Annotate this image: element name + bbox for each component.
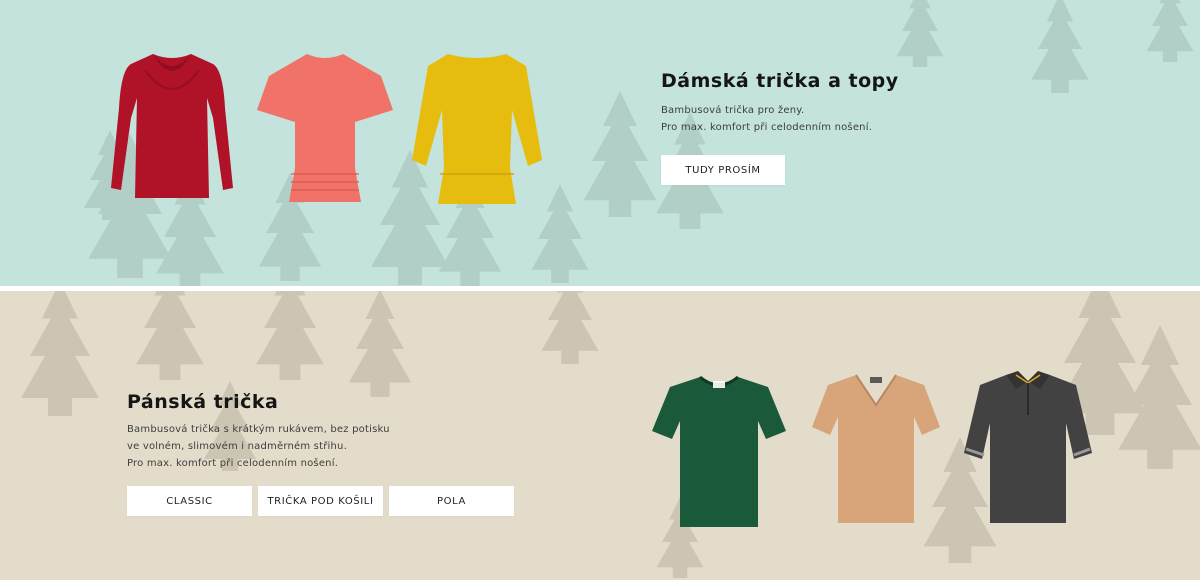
women-section-title: Dámská trička a topy [661, 70, 899, 92]
men-banner: Pánská trička Bambusová trička s krátkým… [0, 291, 1200, 580]
garment-shape [652, 377, 786, 527]
garment-shape [111, 54, 233, 198]
description-line: Pro max. komfort při celodenním nošení. [661, 122, 873, 133]
description-line: ve volném, slimovém i nadměrném střihu. [127, 441, 347, 452]
women-banner: Dámská trička a topy Bambusová trička pr… [0, 0, 1200, 286]
description-line: Bambusová trička pro ženy. [661, 105, 805, 116]
grey-polo-shirt-image[interactable] [962, 367, 1094, 527]
shirts-under-shirt-button[interactable]: TRIČKA POD KOŠILI [258, 486, 383, 516]
yellow-boat-neck-top-image[interactable] [410, 50, 545, 208]
garment-shape [812, 375, 940, 523]
women-shop-button[interactable]: TUDY PROSÍM [661, 155, 785, 185]
women-section-description: Bambusová trička pro ženy. Pro max. komf… [661, 102, 872, 136]
men-section-title: Pánská trička [127, 391, 279, 413]
coral-batwing-top-image[interactable] [255, 50, 395, 205]
men-section-description: Bambusová trička s krátkým rukávem, bez … [127, 421, 390, 472]
description-line: Bambusová trička s krátkým rukávem, bez … [127, 424, 390, 435]
garment-shape [257, 54, 393, 202]
garment-shape [412, 54, 542, 204]
polo-button[interactable]: POLA [389, 486, 514, 516]
description-line: Pro max. komfort při celodenním nošení. [127, 458, 339, 469]
red-cowl-top-image[interactable] [105, 48, 240, 208]
classic-button[interactable]: CLASSIC [127, 486, 252, 516]
beige-v-neck-tshirt-image[interactable] [810, 369, 942, 527]
green-crew-neck-tshirt-image[interactable] [650, 371, 788, 531]
